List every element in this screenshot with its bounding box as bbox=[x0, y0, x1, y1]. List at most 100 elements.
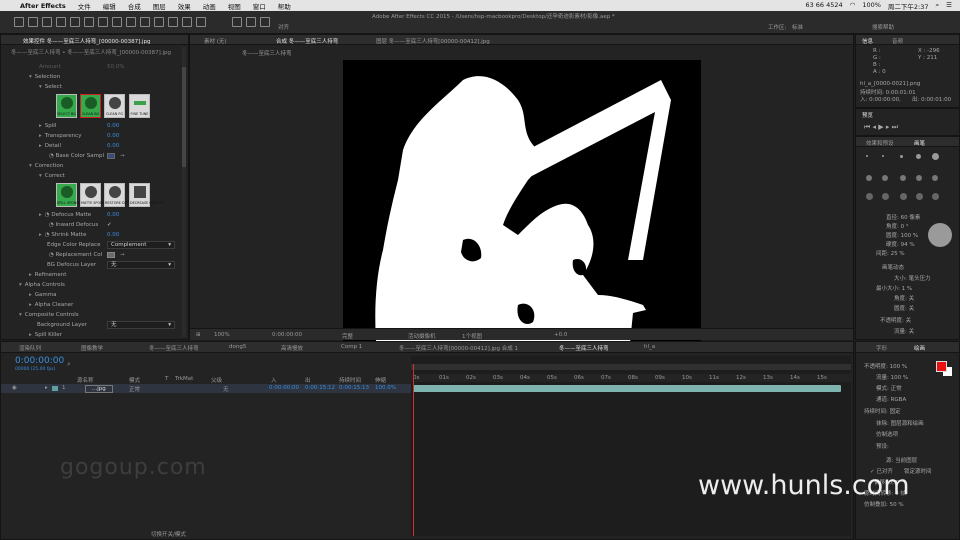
tab-render-queue[interactable]: 渲染队列 bbox=[19, 344, 41, 352]
brush-preset[interactable] bbox=[916, 193, 923, 200]
menu-window[interactable]: 窗口 bbox=[247, 1, 272, 11]
paint-mode[interactable]: 模式: 正常 bbox=[876, 384, 902, 392]
chevron-right-icon[interactable]: ▸ bbox=[39, 133, 42, 139]
chevron-right-icon[interactable]: ▸ bbox=[39, 123, 42, 129]
chevron-down-icon[interactable]: ▾ bbox=[29, 74, 32, 80]
tab-timeline-4[interactable]: 高清慢放 bbox=[281, 344, 303, 352]
chevron-right-icon[interactable]: ▸ bbox=[29, 272, 32, 278]
chevron-right-icon[interactable]: ▸ bbox=[29, 292, 32, 298]
chevron-down-icon[interactable]: ▾ bbox=[29, 163, 32, 169]
brush-preset[interactable] bbox=[866, 155, 868, 157]
layer-parent[interactable]: 无 bbox=[223, 385, 229, 393]
search-icon[interactable]: ⌕ bbox=[936, 1, 940, 11]
help-search-input[interactable]: 搜索帮助 bbox=[872, 23, 894, 31]
magnifier-icon[interactable]: ⊞ bbox=[196, 332, 201, 338]
tab-timeline-8[interactable]: hl_a bbox=[644, 344, 655, 350]
chevron-down-icon[interactable]: ▾ bbox=[39, 84, 42, 90]
brush-preset[interactable] bbox=[882, 175, 888, 181]
layer-duration[interactable]: 0:00:15:13 bbox=[339, 385, 369, 391]
tab-effects-presets[interactable]: 效果和预设 bbox=[866, 139, 894, 147]
type-tool-icon[interactable] bbox=[140, 17, 150, 27]
spill-row[interactable]: ▸ Spill bbox=[39, 123, 56, 129]
paint-channel[interactable]: 通道: RGBA bbox=[876, 395, 906, 403]
tab-info[interactable]: 信息 bbox=[862, 37, 873, 45]
chevron-down-icon[interactable]: ▾ bbox=[39, 173, 42, 179]
snap-label[interactable]: 对齐 bbox=[278, 23, 289, 31]
camera-tool-icon[interactable] bbox=[84, 17, 94, 27]
selection-group[interactable]: ▾ Selection bbox=[29, 74, 60, 80]
current-time-display[interactable]: 0:00:00:00 bbox=[272, 332, 302, 338]
col-trkmat[interactable]: TrkMat bbox=[175, 376, 193, 382]
zoom-tool-icon[interactable] bbox=[56, 17, 66, 27]
layer-mode[interactable]: 正常 bbox=[129, 385, 140, 393]
brush-spacing[interactable]: 间距: 25 % bbox=[876, 249, 905, 257]
hand-tool-icon[interactable] bbox=[42, 17, 52, 27]
clock[interactable]: 周二下午2:37 bbox=[888, 1, 929, 11]
layer-label-color[interactable] bbox=[52, 386, 58, 391]
select-group[interactable]: ▾ Select bbox=[39, 84, 62, 90]
chevron-right-icon[interactable]: ▸ bbox=[39, 232, 42, 238]
shrink-matte-row[interactable]: ▸ ◔ Shrink Matte bbox=[39, 232, 86, 238]
tab-glyphs[interactable]: 字形 bbox=[876, 344, 887, 352]
select-bg-button[interactable]: SELECT BG bbox=[56, 94, 77, 118]
replacement-color-swatch[interactable] bbox=[107, 252, 115, 258]
paint-erase[interactable]: 抹除: 图层源和绘画 bbox=[876, 419, 924, 427]
pan-behind-tool-icon[interactable] bbox=[98, 17, 108, 27]
workspace-select[interactable]: 标准 bbox=[792, 23, 803, 31]
skip-forward-icon[interactable]: ⏭ bbox=[892, 123, 898, 131]
brush-preset[interactable] bbox=[866, 175, 872, 181]
chevron-right-icon[interactable]: ▸ bbox=[29, 332, 32, 338]
timeline-timecode[interactable]: 0:00:00:00 bbox=[15, 356, 64, 366]
paint-clone-overlay[interactable]: 仿制叠加: 50 % bbox=[864, 500, 904, 508]
brush-preset[interactable] bbox=[882, 155, 884, 157]
spill-killer-row[interactable]: ▸ Spill Killer bbox=[29, 332, 62, 338]
background-layer-select[interactable]: 无 ▾ bbox=[107, 321, 175, 329]
transparency-row[interactable]: ▸ Transparency bbox=[39, 133, 81, 139]
timeline-search-icon[interactable]: ⌕ bbox=[67, 360, 71, 369]
brush-flow-dyn[interactable]: 流量: 关 bbox=[894, 327, 914, 335]
brush-hardness[interactable]: 硬度: 94 % bbox=[886, 240, 915, 248]
inward-defocus-checkbox[interactable]: ✓ bbox=[107, 222, 112, 228]
tab-paint[interactable]: 绘画 bbox=[914, 344, 925, 352]
brush-tool-icon[interactable] bbox=[154, 17, 164, 27]
col-out[interactable]: 出 bbox=[305, 376, 311, 384]
menu-edit[interactable]: 编辑 bbox=[97, 1, 122, 11]
effects-scrollbar[interactable] bbox=[182, 47, 186, 337]
toggle-switches-modes[interactable]: 切换开关/模式 bbox=[151, 530, 186, 538]
base-color-swatch[interactable] bbox=[107, 153, 115, 159]
brush-preset[interactable] bbox=[932, 193, 939, 200]
menu-composition[interactable]: 合成 bbox=[122, 1, 147, 11]
spill-sponge-button[interactable]: SPILL SPONGE bbox=[56, 183, 81, 207]
puppet-tool-icon[interactable] bbox=[196, 17, 206, 27]
detail-row[interactable]: ▸ Detail bbox=[39, 143, 61, 149]
home-icon[interactable] bbox=[14, 17, 24, 27]
correct-group[interactable]: ▾ Correct bbox=[39, 173, 65, 179]
brush-opacity-dyn[interactable]: 不透明度: 关 bbox=[880, 316, 911, 324]
matte-preview-canvas[interactable] bbox=[343, 60, 701, 363]
menu-effect[interactable]: 效果 bbox=[172, 1, 197, 11]
defocus-matte-row[interactable]: ▸ ◔ Defocus Matte bbox=[39, 212, 91, 218]
timeline-graph[interactable]: 0s 01s 02s 03s 04s 05s 06s 07s 08s 09s 1… bbox=[411, 356, 851, 536]
paint-opacity[interactable]: 不透明度: 100 % bbox=[864, 362, 907, 370]
decrease-opacity-button[interactable]: DECREASE OPACITY bbox=[129, 183, 164, 207]
detail-value[interactable]: 0.00 bbox=[107, 143, 119, 149]
local-axis-icon[interactable] bbox=[232, 17, 242, 27]
paint-flow[interactable]: 流量: 100 % bbox=[876, 373, 908, 381]
chevron-right-icon[interactable]: ▸ bbox=[39, 143, 42, 149]
menu-view[interactable]: 视图 bbox=[222, 1, 247, 11]
exposure-value[interactable]: +0.0 bbox=[554, 332, 567, 338]
tab-composition[interactable]: 合成 冬——至底三人持弯 bbox=[276, 37, 338, 45]
tab-timeline-2[interactable]: 冬——至底三人持弯 bbox=[149, 344, 199, 352]
tab-timeline-5[interactable]: Comp 1 bbox=[341, 344, 362, 350]
playhead[interactable] bbox=[413, 364, 414, 536]
tab-effect-controls[interactable]: 效果控件 冬——至底三人持弯_[00000-00387].jpg bbox=[23, 37, 151, 45]
alpha-controls-group[interactable]: ▾ Alpha Controls bbox=[19, 282, 65, 288]
col-mode[interactable]: 模式 bbox=[129, 376, 140, 384]
spill-value[interactable]: 0.00 bbox=[107, 123, 119, 129]
play-icon[interactable]: ▶ bbox=[878, 123, 883, 131]
restore-detail-button[interactable]: RESTORE DETAIL bbox=[104, 183, 134, 207]
correction-group[interactable]: ▾ Correction bbox=[29, 163, 63, 169]
menu-animation[interactable]: 动画 bbox=[197, 1, 222, 11]
layer-name[interactable]: ...jpg bbox=[85, 385, 113, 393]
transparency-value[interactable]: 0.00 bbox=[107, 133, 119, 139]
